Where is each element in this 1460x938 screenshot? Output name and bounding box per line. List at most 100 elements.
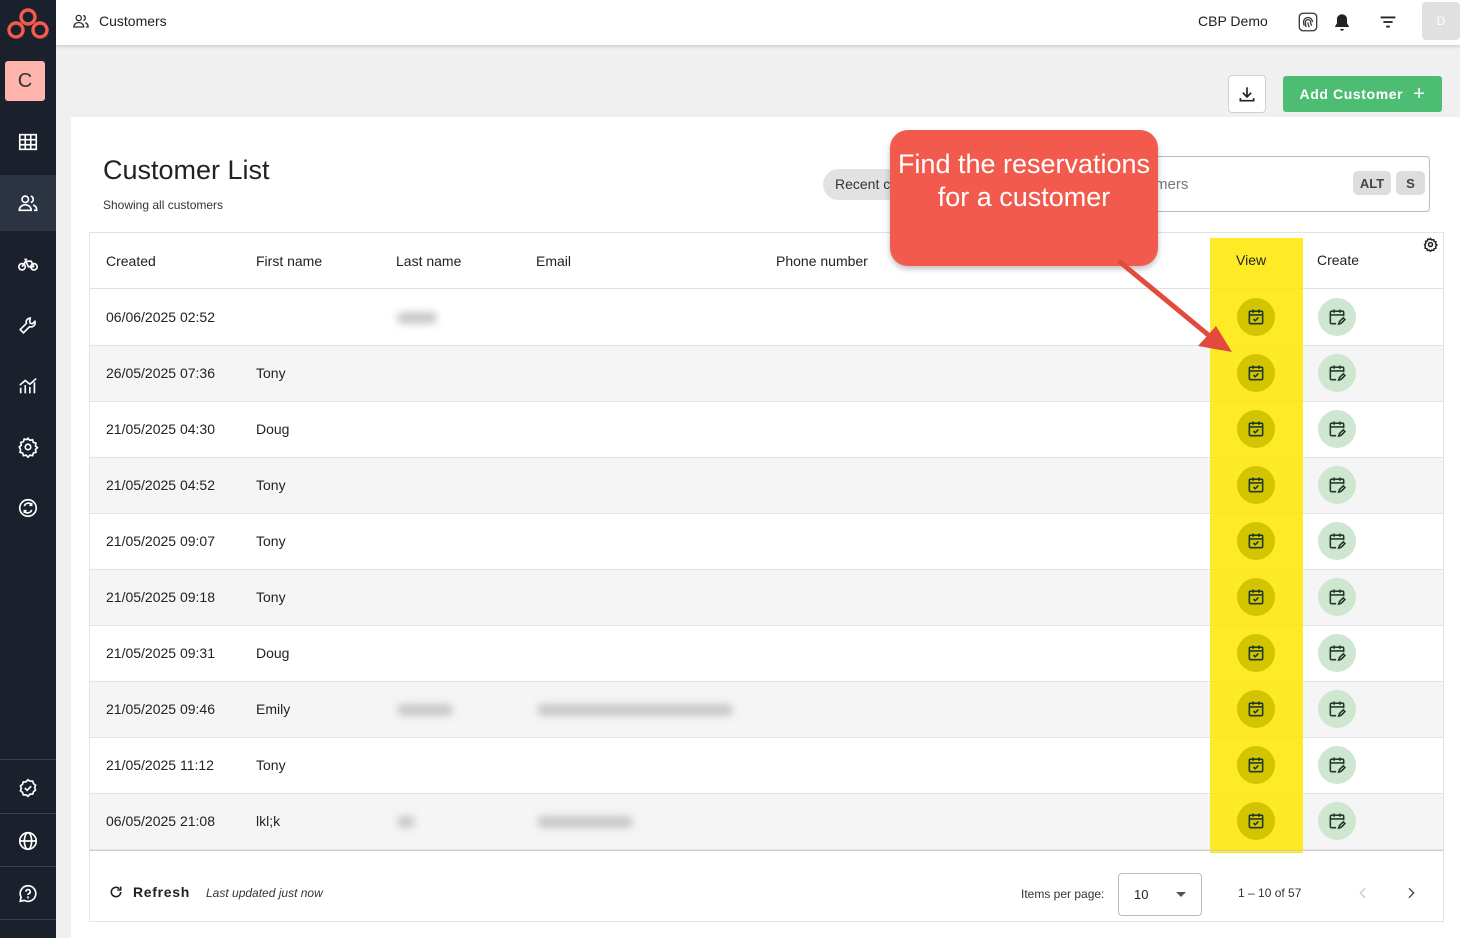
items-per-page-select[interactable]: 10 xyxy=(1118,873,1202,916)
view-reservations-button[interactable] xyxy=(1237,410,1275,448)
sidebar-item-reports[interactable] xyxy=(0,358,56,414)
redacted-last-name xyxy=(397,312,437,324)
sidebar-divider xyxy=(0,919,56,920)
filter-button[interactable] xyxy=(1376,10,1400,34)
org-name[interactable]: CBP Demo xyxy=(1198,13,1268,29)
calendar-edit-icon xyxy=(1329,757,1347,774)
cell-first-name: Doug xyxy=(256,421,290,437)
sidebar-item-bikes[interactable] xyxy=(0,236,56,292)
bell-icon xyxy=(1335,14,1349,31)
create-reservation-button[interactable] xyxy=(1318,802,1356,840)
sidebar-item-sync[interactable] xyxy=(0,480,56,536)
calendar-check-icon xyxy=(1248,757,1264,773)
column-header-create: Create xyxy=(1317,252,1360,268)
column-header-view: View xyxy=(1236,252,1267,268)
badge-check-icon xyxy=(19,778,37,798)
sidebar-item-globe[interactable] xyxy=(0,813,56,869)
view-reservations-button[interactable] xyxy=(1237,690,1275,728)
app-logo[interactable] xyxy=(4,6,52,42)
search-placeholder: mers xyxy=(1155,176,1189,193)
cell-first-name: Tony xyxy=(256,757,286,773)
top-bar: Customers CBP Demo D xyxy=(56,0,1460,46)
create-reservation-button[interactable] xyxy=(1318,410,1356,448)
fingerprint-icon xyxy=(1298,12,1318,32)
column-header-phone-number[interactable]: Phone number xyxy=(776,253,868,269)
view-reservations-button[interactable] xyxy=(1237,578,1275,616)
calendar-check-icon xyxy=(1248,365,1264,381)
help-icon xyxy=(19,884,37,903)
user-avatar[interactable]: D xyxy=(1422,2,1460,40)
create-reservation-button[interactable] xyxy=(1318,634,1356,672)
sidebar-item-service[interactable] xyxy=(0,297,56,353)
calendar-edit-icon xyxy=(1329,701,1347,718)
sidebar: C xyxy=(0,0,56,938)
create-reservation-button[interactable] xyxy=(1318,522,1356,560)
redacted-email xyxy=(537,816,633,828)
cell-created: 21/05/2025 11:12 xyxy=(106,757,214,773)
view-reservations-button[interactable] xyxy=(1237,802,1275,840)
view-reservations-button[interactable] xyxy=(1237,634,1275,672)
sidebar-item-customers[interactable] xyxy=(0,175,56,231)
pagination-range: 1 – 10 of 57 xyxy=(1238,886,1302,900)
view-reservations-button[interactable] xyxy=(1237,354,1275,392)
shortcut-alt-key: ALT xyxy=(1353,171,1391,195)
cell-created: 21/05/2025 09:46 xyxy=(106,701,215,717)
calendar-check-icon xyxy=(1248,813,1264,829)
view-reservations-button[interactable] xyxy=(1237,746,1275,784)
list-subtitle: Showing all customers xyxy=(103,198,224,212)
chevron-left-icon xyxy=(1359,887,1366,899)
add-customer-button[interactable]: Add Customer + xyxy=(1283,76,1442,112)
sidebar-item-verified[interactable] xyxy=(0,760,56,816)
calendar-check-icon xyxy=(1248,421,1264,437)
download-icon xyxy=(1239,87,1255,102)
calendar-edit-icon xyxy=(1329,533,1347,550)
annotation-callout: Find the reservations for a customer xyxy=(890,130,1158,266)
plus-icon: + xyxy=(1413,82,1426,105)
cell-first-name: Tony xyxy=(256,477,286,493)
create-reservation-button[interactable] xyxy=(1318,578,1356,616)
cell-first-name: Emily xyxy=(256,701,291,717)
fingerprint-button[interactable] xyxy=(1296,10,1320,34)
cell-created: 21/05/2025 09:18 xyxy=(106,589,215,605)
create-reservation-button[interactable] xyxy=(1318,354,1356,392)
download-button[interactable] xyxy=(1228,75,1266,113)
create-reservation-button[interactable] xyxy=(1318,466,1356,504)
search-field[interactable]: mers ALT S xyxy=(1140,156,1430,212)
cell-first-name: Tony xyxy=(256,365,286,381)
globe-icon xyxy=(18,831,38,851)
cell-created: 21/05/2025 09:07 xyxy=(106,533,215,549)
view-reservations-button[interactable] xyxy=(1237,298,1275,336)
sidebar-item-dashboard[interactable] xyxy=(0,114,56,170)
notifications-button[interactable] xyxy=(1330,10,1354,34)
column-header-created[interactable]: Created xyxy=(106,253,156,269)
redacted-email xyxy=(537,704,733,716)
cell-first-name: Tony xyxy=(256,533,286,549)
org-badge[interactable]: C xyxy=(5,61,45,101)
view-reservations-button[interactable] xyxy=(1237,466,1275,504)
calendar-edit-icon xyxy=(1329,365,1347,382)
sidebar-item-help[interactable] xyxy=(0,866,56,922)
column-header-last-name[interactable]: Last name xyxy=(396,253,461,269)
calendar-check-icon xyxy=(1248,477,1264,493)
refresh-button[interactable]: Refresh xyxy=(108,884,190,900)
add-customer-label: Add Customer xyxy=(1299,86,1404,102)
chart-icon xyxy=(19,378,37,394)
next-page-button[interactable] xyxy=(1400,882,1422,904)
users-icon xyxy=(18,195,38,212)
cell-created: 21/05/2025 04:52 xyxy=(106,477,215,493)
create-reservation-button[interactable] xyxy=(1318,298,1356,336)
bike-icon xyxy=(18,258,38,271)
cell-created: 06/05/2025 21:08 xyxy=(106,813,215,829)
view-reservations-button[interactable] xyxy=(1237,522,1275,560)
column-header-first-name[interactable]: First name xyxy=(256,253,322,269)
sidebar-item-settings[interactable] xyxy=(0,419,56,475)
table-footer-divider xyxy=(90,850,1443,851)
create-reservation-button[interactable] xyxy=(1318,690,1356,728)
column-header-email[interactable]: Email xyxy=(536,253,571,269)
previous-page-button[interactable] xyxy=(1352,882,1374,904)
cell-created: 21/05/2025 09:31 xyxy=(106,645,215,661)
table-settings-gear-icon[interactable] xyxy=(1423,237,1438,252)
create-reservation-button[interactable] xyxy=(1318,746,1356,784)
calendar-check-icon xyxy=(1248,309,1264,325)
calendar-check-icon xyxy=(1248,589,1264,605)
